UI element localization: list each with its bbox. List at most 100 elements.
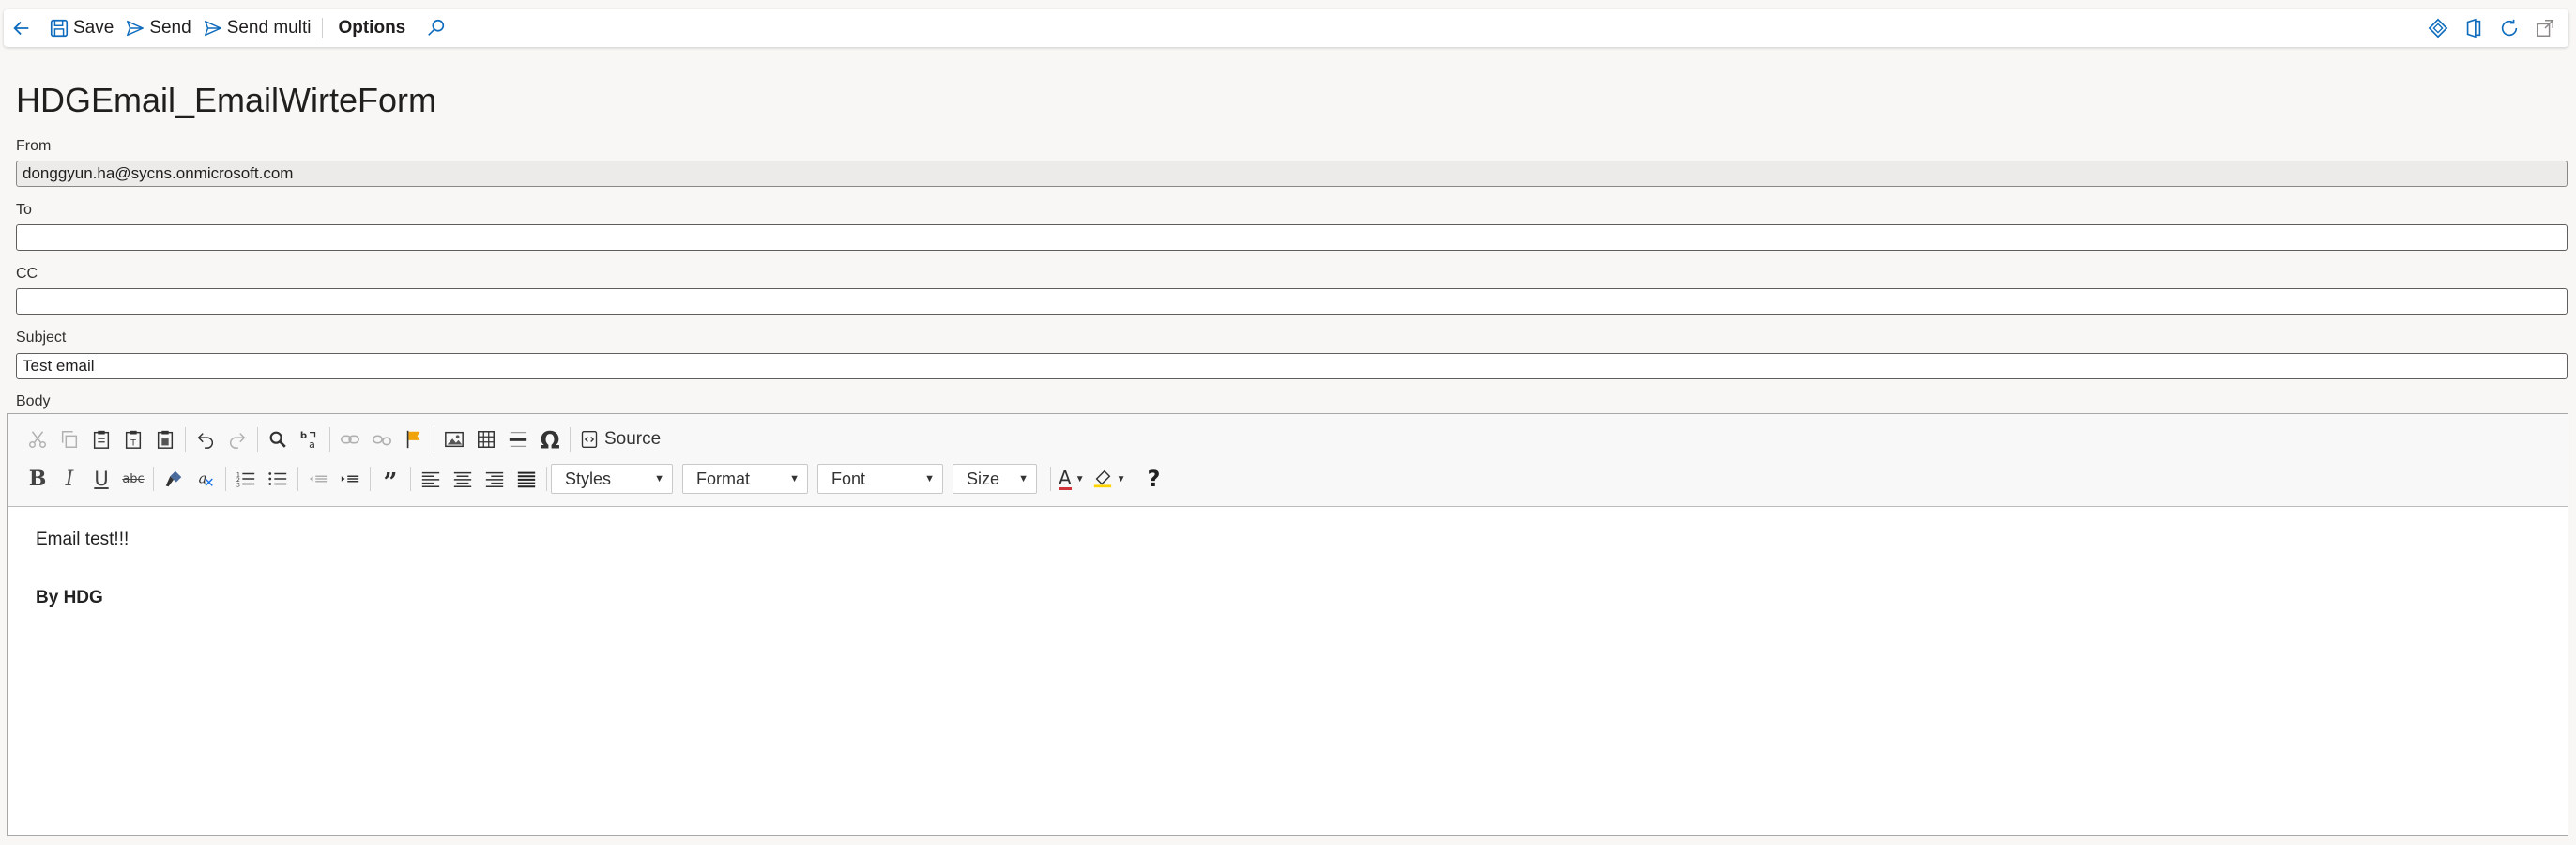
justify-icon (517, 471, 536, 488)
italic-button[interactable]: I (53, 464, 85, 494)
refresh-button[interactable] (2492, 9, 2527, 47)
from-field[interactable]: donggyun.ha@sycns.onmicrosoft.com (16, 161, 2568, 187)
toolbar-divider (185, 427, 186, 452)
chevron-down-icon: ▼ (1116, 473, 1126, 484)
bulleted-list-icon (268, 472, 287, 485)
svg-text:T: T (130, 438, 136, 448)
background-color-button[interactable]: ▼ (1089, 464, 1130, 494)
send-icon (127, 20, 145, 37)
office-button[interactable] (2456, 9, 2492, 47)
align-right-icon (485, 471, 504, 487)
redo-button[interactable] (221, 424, 253, 454)
strikethrough-button[interactable]: abc (117, 464, 149, 494)
to-field[interactable] (16, 224, 2568, 251)
diamond-icon (2428, 18, 2448, 38)
align-right-button[interactable] (479, 464, 511, 494)
clipboard-icon (93, 430, 110, 449)
toolbar-divider (1050, 467, 1051, 491)
options-tab[interactable]: Options (328, 9, 415, 47)
numbered-list-button[interactable]: 123 (230, 464, 262, 494)
blockquote-button[interactable]: ” (374, 464, 406, 495)
bold-icon: B (28, 467, 47, 491)
editor-toolbar-row-2: B I U abc a 123 ” Styles ▼ Format ▼ Font… (22, 463, 1170, 495)
size-dropdown[interactable]: Size ▼ (953, 464, 1037, 494)
help-icon: ? (1147, 466, 1161, 492)
anchor-button[interactable] (398, 424, 430, 454)
cut-button[interactable] (22, 424, 53, 454)
editor-content-area[interactable]: Email test!!! By HDG (8, 507, 2568, 668)
horizontal-line-icon (509, 432, 527, 447)
send-button[interactable]: Send (119, 9, 196, 47)
command-bar: Save Send Send multi Options (4, 9, 2568, 47)
unlink-button[interactable] (366, 424, 398, 454)
replace-icon: ba (300, 431, 316, 450)
toolbar-divider (257, 427, 258, 452)
styles-dropdown[interactable]: Styles ▼ (551, 464, 673, 494)
bulleted-list-button[interactable] (262, 464, 294, 494)
table-button[interactable] (470, 424, 502, 454)
redo-icon (230, 433, 246, 449)
text-color-button[interactable]: A ▼ (1055, 464, 1089, 494)
copy-format-button[interactable] (158, 464, 190, 494)
copy-button[interactable] (53, 424, 85, 454)
window-actions (2420, 9, 2563, 47)
toolbar-divider (153, 467, 154, 491)
align-left-icon (421, 471, 440, 487)
toolbar-divider (225, 467, 226, 491)
justify-button[interactable] (511, 464, 542, 494)
back-button[interactable] (4, 9, 43, 47)
image-button[interactable] (438, 424, 470, 454)
text-color-icon: A (1059, 466, 1072, 490)
align-left-button[interactable] (415, 464, 447, 494)
svg-text:3: 3 (236, 481, 240, 488)
strikethrough-icon: abc (122, 471, 145, 486)
chevron-down-icon: ▼ (1075, 473, 1085, 484)
paste-word-button[interactable] (149, 424, 181, 454)
underline-button[interactable]: U (85, 464, 117, 494)
help-button[interactable]: ? (1138, 464, 1170, 494)
subject-field[interactable]: Test email (16, 353, 2568, 379)
indent-button[interactable] (334, 464, 366, 494)
link-button[interactable] (334, 424, 366, 454)
highlighter-icon (1093, 469, 1111, 488)
source-button[interactable]: Source (574, 424, 666, 454)
paste-text-icon: T (125, 430, 142, 449)
paintbrush-icon (165, 470, 182, 487)
cc-field[interactable] (16, 288, 2568, 315)
chevron-down-icon: ▼ (654, 473, 664, 484)
toolbar-divider (1134, 467, 1135, 491)
power-apps-button[interactable] (2420, 9, 2456, 47)
numbered-list-icon: 123 (236, 470, 255, 488)
outdent-button[interactable] (302, 464, 334, 494)
subject-label: Subject (16, 330, 67, 346)
bold-button[interactable]: B (22, 464, 53, 494)
toolbar-divider (370, 467, 371, 491)
undo-button[interactable] (190, 424, 221, 454)
replace-button[interactable]: ba (294, 424, 326, 454)
search-button[interactable] (415, 9, 462, 47)
horizontal-line-button[interactable] (502, 424, 534, 454)
scissors-icon (29, 431, 46, 448)
save-button[interactable]: Save (43, 9, 119, 47)
size-label: Size (967, 469, 1000, 488)
open-new-window-button[interactable] (2527, 9, 2563, 47)
svg-text:a: a (309, 438, 315, 450)
from-label: From (16, 138, 52, 154)
find-button[interactable] (262, 424, 294, 454)
remove-format-button[interactable]: a (190, 464, 221, 494)
send-multi-button[interactable]: Send multi (197, 9, 317, 47)
paste-button[interactable] (85, 424, 117, 454)
align-center-button[interactable] (447, 464, 479, 494)
paste-word-icon (157, 430, 174, 449)
special-char-button[interactable]: Ω (534, 424, 566, 454)
paste-text-button[interactable]: T (117, 424, 149, 454)
chevron-down-icon: ▼ (924, 473, 935, 484)
copy-icon (61, 431, 78, 448)
back-arrow-icon (13, 21, 29, 36)
body-editor: T ba Ω Source B I U abc a 1 2 3 ” Styles… (7, 413, 2568, 836)
italic-icon: I (65, 467, 74, 491)
page-title: HDGEmail_EmailWirteForm (16, 81, 437, 119)
chevron-down-icon: ▼ (1018, 473, 1029, 484)
format-dropdown[interactable]: Format ▼ (682, 464, 808, 494)
font-dropdown[interactable]: Font ▼ (817, 464, 943, 494)
